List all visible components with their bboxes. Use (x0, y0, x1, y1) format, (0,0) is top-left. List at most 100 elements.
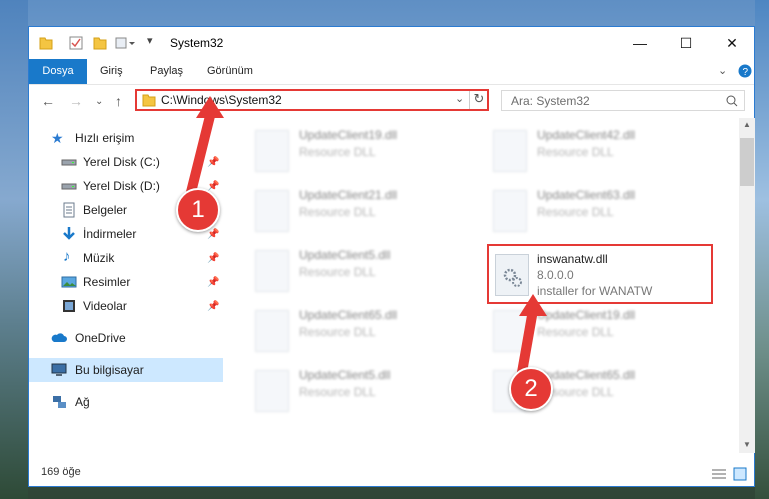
file-name: UpdateClient65.dll (299, 308, 398, 322)
up-arrow-icon[interactable]: ↑ (115, 93, 122, 109)
scroll-down-icon[interactable]: ▼ (743, 440, 751, 449)
sidebar-item-onedrive[interactable]: OneDrive (29, 326, 223, 350)
file-item[interactable]: UpdateClient5.dll Resource DLL (253, 244, 479, 304)
back-arrow-icon[interactable]: ← (41, 93, 55, 109)
file-name: UpdateClient21.dll (299, 188, 398, 202)
document-icon (63, 202, 75, 218)
arrowhead-1-icon (196, 96, 224, 118)
file-description: Resource DLL (299, 265, 376, 279)
folder-icon (142, 94, 156, 107)
title-bar: ▾ System32 — ☐ ✕ (29, 27, 754, 59)
search-icon (726, 95, 738, 107)
star-icon: ★ (51, 130, 64, 146)
sidebar-item-quick-access[interactable]: ★ Hızlı erişim (29, 126, 223, 150)
sidebar-item-label: İndirmeler (83, 227, 137, 241)
sidebar-item-network[interactable]: Ağ (29, 390, 223, 414)
pin-icon: 📌 (207, 252, 220, 264)
music-icon: ♪ (63, 248, 71, 265)
sidebar-item-label: Hızlı erişim (75, 131, 135, 145)
maximize-button[interactable]: ☐ (663, 27, 709, 59)
dll-file-icon (493, 190, 527, 232)
pictures-icon (61, 276, 77, 288)
file-item[interactable]: UpdateClient65.dll Resource DLL (253, 304, 479, 364)
callout-badge-1: 1 (176, 188, 220, 232)
large-icons-view-icon[interactable] (733, 467, 747, 481)
dll-file-icon (255, 370, 289, 412)
desktop-background-right (755, 0, 769, 499)
refresh-icon[interactable]: ↻ (469, 91, 488, 109)
sidebar-item-music[interactable]: ♪ Müzik 📌 (29, 246, 223, 270)
network-icon (53, 396, 66, 408)
tab-home[interactable]: Giriş (100, 59, 123, 84)
expand-ribbon-icon[interactable]: ⌄ (718, 64, 727, 77)
sidebar-item-label: Bu bilgisayar (75, 363, 144, 377)
file-item[interactable]: UpdateClient19.dll Resource DLL (253, 124, 479, 184)
file-name: UpdateClient63.dll (537, 188, 636, 202)
sidebar-item-label: Yerel Disk (D:) (83, 179, 160, 193)
file-item[interactable]: UpdateClient5.dll Resource DLL (253, 364, 479, 424)
file-name: UpdateClient65.dll (537, 368, 636, 382)
minimize-button[interactable]: — (617, 27, 663, 59)
dropdown-arrow-icon[interactable]: ▾ (147, 34, 153, 50)
file-description: Resource DLL (299, 385, 376, 399)
sidebar-item-this-pc[interactable]: Bu bilgisayar (29, 358, 223, 382)
file-description: Resource DLL (537, 325, 614, 339)
scrollbar-thumb[interactable] (740, 138, 754, 186)
forward-arrow-icon[interactable]: → (69, 93, 83, 109)
dll-file-icon (255, 190, 289, 232)
cloud-icon (51, 333, 67, 342)
dll-gear-file-icon (495, 254, 529, 296)
download-icon (63, 227, 75, 240)
details-view-icon[interactable] (711, 468, 727, 480)
file-name: UpdateClient5.dll (299, 248, 391, 262)
tab-view[interactable]: Görünüm (207, 59, 253, 84)
new-folder-icon[interactable] (93, 35, 107, 51)
sidebar-item-label: Videolar (83, 299, 127, 313)
callout-badge-2: 2 (509, 367, 553, 411)
sidebar-item-label: Müzik (83, 251, 115, 265)
file-description: Resource DLL (537, 145, 614, 159)
folder-icon (39, 37, 53, 50)
file-name: inswanatw.dll (537, 252, 608, 266)
address-dropdown-icon[interactable]: ⌄ (455, 92, 464, 105)
file-name: UpdateClient5.dll (299, 368, 391, 382)
file-item[interactable]: UpdateClient63.dll Resource DLL (491, 184, 717, 244)
close-button[interactable]: ✕ (709, 27, 755, 59)
pin-icon: 📌 (207, 180, 220, 192)
vertical-scrollbar[interactable]: ▲ ▼ (739, 118, 755, 453)
file-explorer-window: ▾ System32 — ☐ ✕ Dosya Giriş Paylaş Görü… (28, 26, 755, 487)
window-title: System32 (170, 36, 224, 50)
file-name: UpdateClient19.dll (537, 308, 636, 322)
scroll-up-icon[interactable]: ▲ (743, 120, 751, 129)
search-input[interactable]: Ara: System32 (501, 90, 745, 111)
sidebar-item-videos[interactable]: Videolar 📌 (29, 294, 223, 318)
sidebar-item-label: Belgeler (83, 203, 128, 217)
dll-file-icon (255, 250, 289, 292)
file-name: UpdateClient19.dll (299, 128, 398, 142)
recent-locations-icon[interactable]: ⌄ (95, 96, 103, 107)
tab-file[interactable]: Dosya (29, 59, 87, 84)
file-item[interactable]: UpdateClient21.dll Resource DLL (253, 184, 479, 244)
file-version: 8.0.0.0 (537, 268, 574, 282)
file-item[interactable]: UpdateClient42.dll Resource DLL (491, 124, 717, 184)
desktop-background (0, 0, 28, 499)
sidebar-item-label: Yerel Disk (C:) (83, 155, 160, 169)
dll-file-icon (493, 130, 527, 172)
file-description: installer for WANATW (537, 284, 653, 298)
tab-share[interactable]: Paylaş (150, 59, 183, 84)
address-bar[interactable]: C:\Windows\System32 ⌄ ↻ (135, 89, 489, 111)
item-count: 169 öğe (41, 466, 81, 478)
sidebar-item-label: Resimler (83, 275, 131, 289)
customize-quick-access-icon[interactable] (115, 35, 137, 51)
sidebar-item-pictures[interactable]: Resimler 📌 (29, 270, 223, 294)
help-icon[interactable]: ? (738, 64, 752, 78)
properties-icon[interactable] (69, 35, 83, 51)
arrowhead-2-icon (519, 294, 547, 316)
file-description: Resource DLL (299, 145, 376, 159)
file-description: Resource DLL (537, 205, 614, 219)
dll-file-icon (255, 310, 289, 352)
file-description: Resource DLL (299, 205, 376, 219)
pin-icon: 📌 (207, 156, 220, 168)
sidebar-item-label: OneDrive (75, 331, 126, 345)
pin-icon: 📌 (207, 228, 220, 240)
